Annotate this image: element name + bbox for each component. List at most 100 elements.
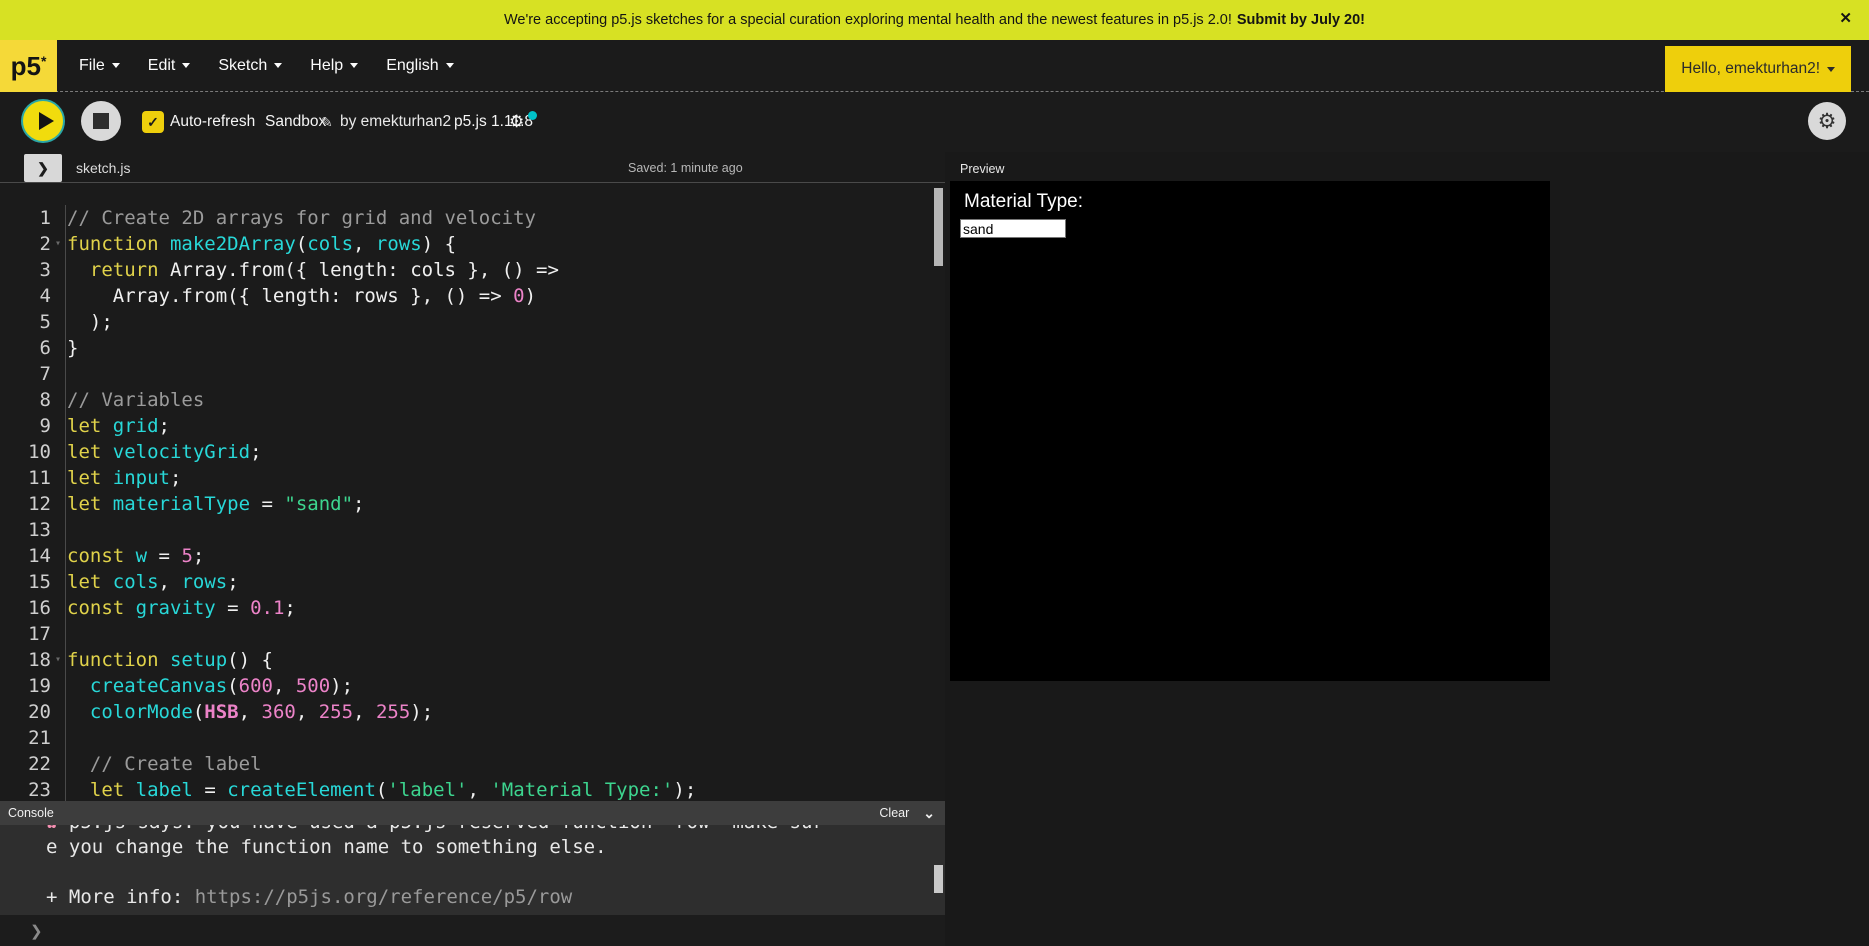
- code-line: let input;: [67, 465, 945, 491]
- console-clear-button[interactable]: Clear: [879, 806, 909, 820]
- menu-edit[interactable]: Edit: [138, 57, 201, 75]
- code-line: let velocityGrid;: [67, 439, 945, 465]
- logo-asterisk: *: [41, 53, 46, 69]
- code-line: // Variables: [67, 387, 945, 413]
- console-collapse-icon[interactable]: ⌄: [923, 808, 935, 818]
- fold-spacer: [51, 205, 65, 231]
- code-editor[interactable]: 12▾3456789101112131415161718▾1920212223 …: [0, 183, 945, 801]
- project-byline: by emekturhan2: [340, 92, 451, 152]
- chevron-down-icon: [350, 63, 358, 68]
- line-number: 20: [0, 699, 65, 725]
- stop-icon: [93, 113, 109, 129]
- line-number: 7: [0, 361, 65, 387]
- line-number: 17: [0, 621, 65, 647]
- menu-help[interactable]: Help: [300, 57, 368, 75]
- code-line: function setup() {: [67, 647, 945, 673]
- auto-refresh-label[interactable]: Auto-refresh: [170, 92, 255, 152]
- auto-refresh-checkbox[interactable]: ✓: [142, 111, 164, 133]
- line-number: 23: [0, 777, 65, 801]
- code-line: // Create label: [67, 751, 945, 777]
- chevron-down-icon: [1827, 67, 1835, 72]
- tab-sketch-js[interactable]: sketch.js: [76, 152, 130, 183]
- play-button[interactable]: [21, 99, 65, 143]
- console-link[interactable]: https://p5js.org/reference/p5/row: [195, 886, 573, 908]
- fold-spacer: [51, 699, 65, 725]
- line-number: 6: [0, 335, 65, 361]
- toolbar: ✓ Auto-refresh Sandbox ✎ by emekturhan2 …: [0, 92, 1869, 152]
- fold-spacer: [51, 777, 65, 801]
- menu-file[interactable]: File: [69, 57, 130, 75]
- line-number: 12: [0, 491, 65, 517]
- code-line: const gravity = 0.1;: [67, 595, 945, 621]
- preview-pane: Preview Material Type:: [945, 152, 1869, 946]
- fold-arrow-icon[interactable]: ▾: [51, 231, 65, 257]
- code-line: [67, 361, 945, 387]
- chevron-down-icon: [112, 63, 120, 68]
- menu-sketch[interactable]: Sketch: [208, 57, 292, 75]
- p5-logo[interactable]: p5*: [0, 40, 57, 92]
- sidebar-expand-button[interactable]: ❯: [24, 154, 62, 182]
- fold-spacer: [51, 439, 65, 465]
- console-header: Console Clear ⌄: [0, 801, 945, 825]
- console-message: [0, 860, 945, 885]
- banner-message: We're accepting p5.js sketches for a spe…: [504, 12, 1232, 28]
- code-line: }: [67, 335, 945, 361]
- console-scrollbar[interactable]: [934, 865, 943, 893]
- code-line: let label = createElement('label', 'Mate…: [67, 777, 945, 801]
- material-type-input[interactable]: [960, 219, 1066, 238]
- sketch-canvas: Material Type:: [950, 181, 1550, 681]
- line-number: 15: [0, 569, 65, 595]
- console-output: ✿ p5.js says: you have used a p5.js rese…: [0, 825, 945, 915]
- gutter: 12▾3456789101112131415161718▾1920212223: [0, 205, 66, 801]
- line-number: 22: [0, 751, 65, 777]
- stop-button[interactable]: [81, 101, 121, 141]
- gear-icon: ⚙: [1818, 109, 1837, 134]
- edit-project-name-icon[interactable]: ✎: [321, 92, 333, 152]
- code-line: let grid;: [67, 413, 945, 439]
- version-settings-gear-icon[interactable]: ⚙: [509, 92, 524, 152]
- file-tab-bar: ❯ sketch.js Saved: 1 minute ago: [0, 152, 945, 183]
- fold-arrow-icon[interactable]: ▾: [51, 647, 65, 673]
- code-line: let cols, rows;: [67, 569, 945, 595]
- user-account-button[interactable]: Hello, emekturhan2!: [1665, 46, 1851, 92]
- code-lines: // Create 2D arrays for grid and velocit…: [67, 205, 945, 801]
- fold-spacer: [51, 335, 65, 361]
- code-line: return Array.from({ length: cols }, () =…: [67, 257, 945, 283]
- code-line: function make2DArray(cols, rows) {: [67, 231, 945, 257]
- fold-spacer: [51, 283, 65, 309]
- close-icon[interactable]: ✕: [1839, 11, 1852, 26]
- console-message: + More info: https://p5js.org/reference/…: [0, 885, 945, 910]
- line-number: 13: [0, 517, 65, 543]
- fold-spacer: [51, 517, 65, 543]
- chevron-down-icon: [446, 63, 454, 68]
- editor-pane: ❯ sketch.js Saved: 1 minute ago 12▾34567…: [0, 152, 945, 946]
- line-number: 11: [0, 465, 65, 491]
- editor-scrollbar[interactable]: [934, 188, 943, 266]
- fold-spacer: [51, 361, 65, 387]
- line-number: 19: [0, 673, 65, 699]
- menu-items: File Edit Sketch Help English: [57, 40, 472, 91]
- line-number: 14: [0, 543, 65, 569]
- fold-spacer: [51, 491, 65, 517]
- preview-title: Preview: [960, 162, 1004, 176]
- menu-language[interactable]: English: [376, 57, 463, 75]
- fold-spacer: [51, 621, 65, 647]
- fold-spacer: [51, 413, 65, 439]
- code-line: const w = 5;: [67, 543, 945, 569]
- fold-spacer: [51, 725, 65, 751]
- project-name[interactable]: Sandbox: [265, 92, 326, 152]
- code-line: [67, 621, 945, 647]
- console-message: ✿ p5.js says: you have used a p5.js rese…: [0, 825, 945, 835]
- code-line: let materialType = "sand";: [67, 491, 945, 517]
- line-number: 16: [0, 595, 65, 621]
- saved-status: Saved: 1 minute ago: [628, 152, 743, 183]
- banner-cta[interactable]: Submit by July 20!: [1237, 12, 1365, 28]
- chevron-down-icon: [274, 63, 282, 68]
- fold-spacer: [51, 387, 65, 413]
- announcement-banner: We're accepting p5.js sketches for a spe…: [0, 0, 1869, 40]
- line-number: 4: [0, 283, 65, 309]
- settings-button[interactable]: ⚙: [1808, 102, 1846, 140]
- fold-spacer: [51, 257, 65, 283]
- code-line: createCanvas(600, 500);: [67, 673, 945, 699]
- console-prompt[interactable]: ❯: [0, 915, 945, 946]
